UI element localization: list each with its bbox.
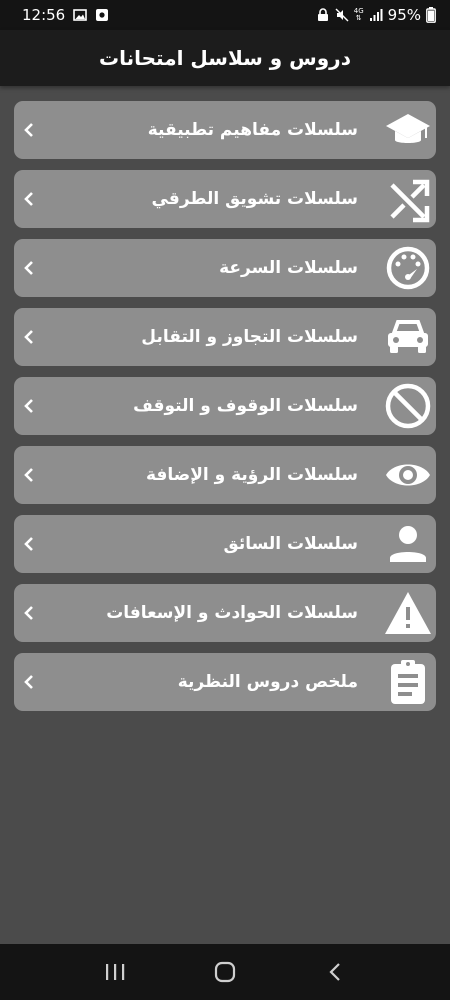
chevron-left-icon <box>24 123 33 137</box>
clipboard-icon <box>391 660 425 704</box>
menu-item-speed[interactable]: سلسلات السرعة <box>14 239 436 297</box>
status-right: 4G ⇅ 95% <box>316 6 436 24</box>
eye-icon <box>386 464 430 486</box>
chevron-left-icon <box>24 606 33 620</box>
chevron-left-icon <box>24 675 33 689</box>
app-notification-icon <box>96 9 109 21</box>
menu-item-label: سلسلات التجاوز و التقابل <box>141 327 358 347</box>
speedometer-icon <box>386 246 430 290</box>
chevron-left-icon <box>24 399 33 413</box>
person-icon <box>390 526 426 562</box>
battery-percent: 95% <box>387 6 421 24</box>
chevron-left-icon <box>24 468 33 482</box>
chevron-left-icon <box>24 192 33 206</box>
menu-list: سلسلات مفاهيم تطبيقية سلسلات تشويق الطرق… <box>14 101 436 722</box>
battery-icon <box>426 7 436 23</box>
page-title: دروس و سلاسل امتحانات <box>99 46 351 70</box>
menu-item-label: سلسلات مفاهيم تطبيقية <box>147 120 358 140</box>
chevron-left-icon <box>24 537 33 551</box>
recents-icon <box>106 964 125 980</box>
home-button[interactable] <box>212 959 238 985</box>
menu-item-label: سلسلات الوقوف و التوقف <box>133 396 358 416</box>
menu-item-road-signs[interactable]: سلسلات تشويق الطرقي <box>14 170 436 228</box>
network-type: 4G ⇅ <box>353 7 364 22</box>
home-icon <box>214 961 236 983</box>
menu-item-visibility[interactable]: سلسلات الرؤية و الإضافة <box>14 446 436 504</box>
shuffle-icon <box>390 179 430 223</box>
menu-item-driver[interactable]: سلسلات السائق <box>14 515 436 573</box>
gallery-notification-icon <box>73 9 88 21</box>
status-bar: 12:56 4G ⇅ 95% <box>0 0 450 30</box>
chevron-left-icon <box>24 261 33 275</box>
menu-item-label: سلسلات تشويق الطرقي <box>151 189 358 209</box>
block-icon <box>385 383 431 429</box>
lock-icon <box>317 8 328 21</box>
menu-item-theory-summary[interactable]: ملخص دروس النظرية <box>14 653 436 711</box>
recents-button[interactable] <box>102 959 128 985</box>
menu-item-parking[interactable]: سلسلات الوقوف و التوقف <box>14 377 436 435</box>
menu-item-label: ملخص دروس النظرية <box>177 672 358 692</box>
mute-icon <box>335 8 349 22</box>
menu-item-overtaking[interactable]: سلسلات التجاوز و التقابل <box>14 308 436 366</box>
menu-item-accidents[interactable]: سلسلات الحوادث و الإسعافات <box>14 584 436 642</box>
car-icon <box>388 320 428 353</box>
back-icon <box>329 963 340 981</box>
system-nav-bar <box>0 944 450 1000</box>
warning-icon <box>385 592 431 634</box>
back-button[interactable] <box>322 959 348 985</box>
graduation-cap-icon <box>386 114 430 143</box>
menu-item-label: سلسلات الحوادث و الإسعافات <box>106 603 358 623</box>
menu-item-label: سلسلات الرؤية و الإضافة <box>145 465 358 485</box>
menu-item-applied-concepts[interactable]: سلسلات مفاهيم تطبيقية <box>14 101 436 159</box>
status-left: 12:56 <box>22 6 109 24</box>
menu-item-label: سلسلات السرعة <box>219 258 358 278</box>
menu-item-label: سلسلات السائق <box>223 534 358 554</box>
status-time: 12:56 <box>22 6 66 24</box>
app-header: دروس و سلاسل امتحانات <box>0 30 450 86</box>
chevron-left-icon <box>24 330 33 344</box>
signal-icon <box>369 9 383 21</box>
